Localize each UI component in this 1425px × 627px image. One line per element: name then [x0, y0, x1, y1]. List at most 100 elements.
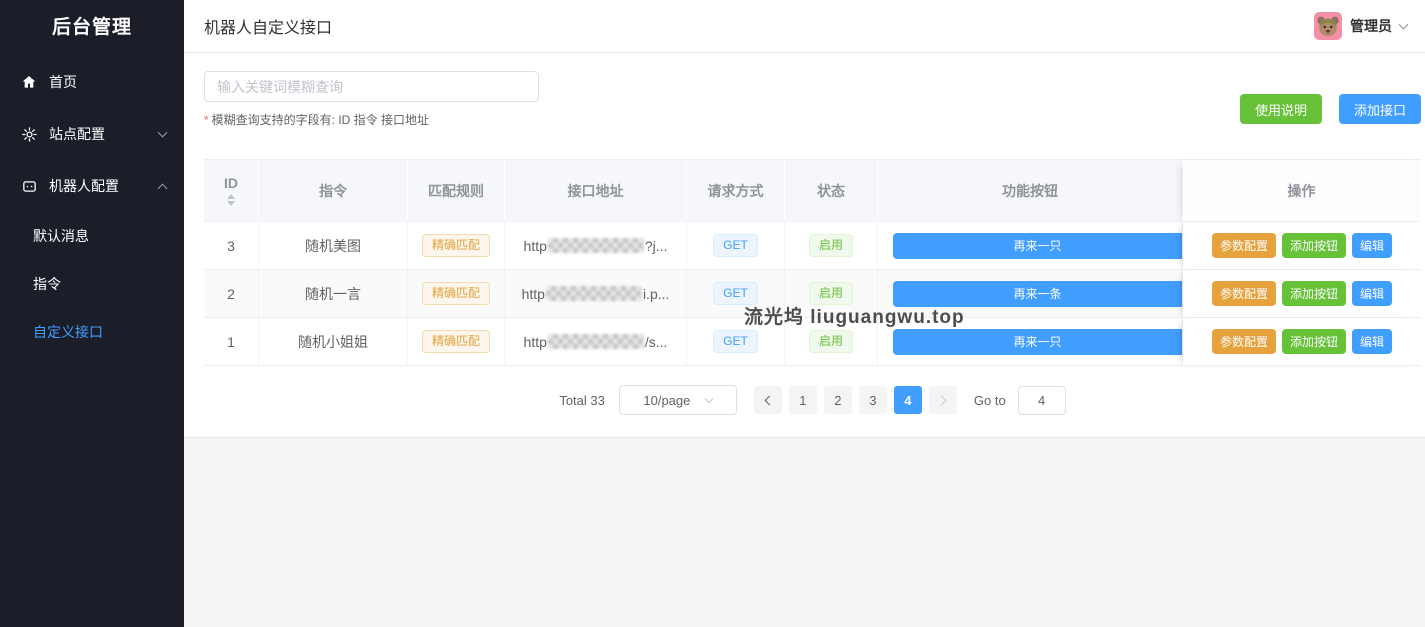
cell-actions: 参数配置 添加按钮 编辑: [1183, 222, 1421, 270]
page-background: [184, 437, 1425, 627]
edit-button[interactable]: 编辑: [1352, 281, 1392, 306]
cell-method: GET: [687, 270, 785, 318]
content-card: *模糊查询支持的字段有: ID 指令 接口地址 使用说明 添加接口 ID 指令 …: [184, 53, 1425, 437]
search-hint: *模糊查询支持的字段有: ID 指令 接口地址: [204, 111, 539, 128]
app-root: 后台管理 首页 站点配置 机器人配置: [0, 0, 1425, 627]
gear-icon: [20, 125, 38, 143]
sidebar-item-label: 机器人配置: [49, 176, 159, 196]
avatar: [1314, 12, 1342, 40]
sidebar-item-home[interactable]: 首页: [0, 56, 184, 108]
cell-command: 随机美图: [259, 222, 408, 270]
page-button-1[interactable]: 1: [789, 386, 817, 414]
sidebar-item-default-message[interactable]: 默认消息: [0, 212, 184, 260]
column-header-method: 请求方式: [687, 160, 785, 222]
cell-func-button: 再来一只: [878, 222, 1183, 270]
sidebar: 后台管理 首页 站点配置 机器人配置: [0, 0, 184, 627]
page-size-value: 10/page: [643, 393, 690, 408]
cell-id: 1: [204, 318, 259, 366]
topbar: 机器人自定义接口 管理员: [184, 0, 1425, 53]
add-button-button[interactable]: 添加按钮: [1282, 329, 1346, 354]
table-row: 2 随机一言 精确匹配 httpi.p... GET 启用 再来一条 参数配置 …: [204, 270, 1421, 318]
page-button-2[interactable]: 2: [824, 386, 852, 414]
match-rule-tag: 精确匹配: [422, 234, 490, 257]
sidebar-title: 后台管理: [0, 0, 184, 56]
edit-button[interactable]: 编辑: [1352, 329, 1392, 354]
chevron-down-icon: [1399, 20, 1409, 30]
cell-id: 3: [204, 222, 259, 270]
robot-icon: [20, 177, 38, 195]
redacted-url-blur: [548, 238, 644, 253]
search-block: *模糊查询支持的字段有: ID 指令 接口地址: [204, 71, 539, 128]
cell-status: 启用: [785, 222, 878, 270]
toolbar: *模糊查询支持的字段有: ID 指令 接口地址 使用说明 添加接口: [204, 71, 1421, 128]
cell-actions: 参数配置 添加按钮 编辑: [1183, 270, 1421, 318]
redacted-url-blur: [548, 334, 644, 349]
page-button-4-active[interactable]: 4: [894, 386, 922, 414]
chevron-up-icon: [158, 183, 168, 193]
param-config-button[interactable]: 参数配置: [1212, 281, 1276, 306]
cell-match-rule: 精确匹配: [408, 318, 505, 366]
cell-api-url: http/s...: [505, 318, 687, 366]
cell-actions: 参数配置 添加按钮 编辑: [1183, 318, 1421, 366]
sidebar-menu: 首页 站点配置 机器人配置 默认消息 指令 自定义接口: [0, 56, 184, 356]
user-menu[interactable]: 管理员: [1314, 12, 1407, 40]
add-button-button[interactable]: 添加按钮: [1282, 281, 1346, 306]
goto-page-input[interactable]: [1018, 386, 1066, 415]
pagination: Total 33 10/page 1 2 3 4 Go to: [204, 385, 1421, 415]
sidebar-submenu: 默认消息 指令 自定义接口: [0, 212, 184, 356]
column-header-match-rule: 匹配规则: [408, 160, 505, 222]
page-button-3[interactable]: 3: [859, 386, 887, 414]
cell-func-button: 再来一只: [878, 318, 1183, 366]
user-name: 管理员: [1350, 16, 1392, 36]
sidebar-item-label: 站点配置: [49, 124, 159, 144]
chevron-right-icon: [936, 395, 946, 405]
usage-guide-button[interactable]: 使用说明: [1240, 94, 1322, 124]
status-badge: 启用: [809, 330, 853, 353]
toolbar-buttons: 使用说明 添加接口: [1240, 71, 1421, 128]
sidebar-item-site-config[interactable]: 站点配置: [0, 108, 184, 160]
column-header-id: ID: [204, 160, 259, 222]
func-preview-button[interactable]: 再来一只: [893, 233, 1182, 259]
sidebar-item-custom-api[interactable]: 自定义接口: [0, 308, 184, 356]
search-input[interactable]: [204, 71, 539, 102]
table-body: 3 随机美图 精确匹配 http?j... GET 启用 再来一只 参数配置 添…: [204, 222, 1421, 366]
cell-status: 启用: [785, 270, 878, 318]
func-preview-button[interactable]: 再来一条: [893, 281, 1182, 307]
sidebar-item-robot-config[interactable]: 机器人配置: [0, 160, 184, 212]
chevron-down-icon: [705, 395, 713, 403]
column-header-actions: 操作: [1183, 160, 1421, 222]
main-area: 机器人自定义接口 管理员 *模糊查询支持的字段有: ID 指令 接口地址 使用: [184, 0, 1425, 627]
pagination-total: Total 33: [559, 393, 605, 408]
api-table: ID 指令 匹配规则 接口地址 请求方式 状态 功能按钮 操作 3 随机美图: [204, 159, 1421, 366]
column-header-api-url: 接口地址: [505, 160, 687, 222]
cell-match-rule: 精确匹配: [408, 270, 505, 318]
cell-method: GET: [687, 318, 785, 366]
home-icon: [20, 73, 38, 91]
cell-method: GET: [687, 222, 785, 270]
chevron-down-icon: [158, 128, 168, 138]
add-api-button[interactable]: 添加接口: [1339, 94, 1421, 124]
match-rule-tag: 精确匹配: [422, 330, 490, 353]
column-header-command: 指令: [259, 160, 408, 222]
add-button-button[interactable]: 添加按钮: [1282, 233, 1346, 258]
column-header-func-button: 功能按钮: [878, 160, 1183, 222]
page-title: 机器人自定义接口: [204, 14, 332, 38]
sidebar-item-command[interactable]: 指令: [0, 260, 184, 308]
param-config-button[interactable]: 参数配置: [1212, 329, 1276, 354]
goto-label: Go to: [974, 393, 1006, 408]
prev-page-button[interactable]: [754, 386, 782, 414]
sort-caret-icon[interactable]: [227, 194, 235, 206]
next-page-button[interactable]: [929, 386, 957, 414]
func-preview-button[interactable]: 再来一只: [893, 329, 1182, 355]
cell-command: 随机一言: [259, 270, 408, 318]
table-header-row: ID 指令 匹配规则 接口地址 请求方式 状态 功能按钮 操作: [204, 160, 1421, 222]
status-badge: 启用: [809, 282, 853, 305]
cell-api-url: http?j...: [505, 222, 687, 270]
cell-id: 2: [204, 270, 259, 318]
edit-button[interactable]: 编辑: [1352, 233, 1392, 258]
param-config-button[interactable]: 参数配置: [1212, 233, 1276, 258]
search-hint-text: 模糊查询支持的字段有: ID 指令 接口地址: [212, 113, 429, 127]
required-asterisk: *: [204, 113, 209, 127]
page-size-select[interactable]: 10/page: [619, 385, 737, 415]
method-tag: GET: [713, 330, 758, 353]
